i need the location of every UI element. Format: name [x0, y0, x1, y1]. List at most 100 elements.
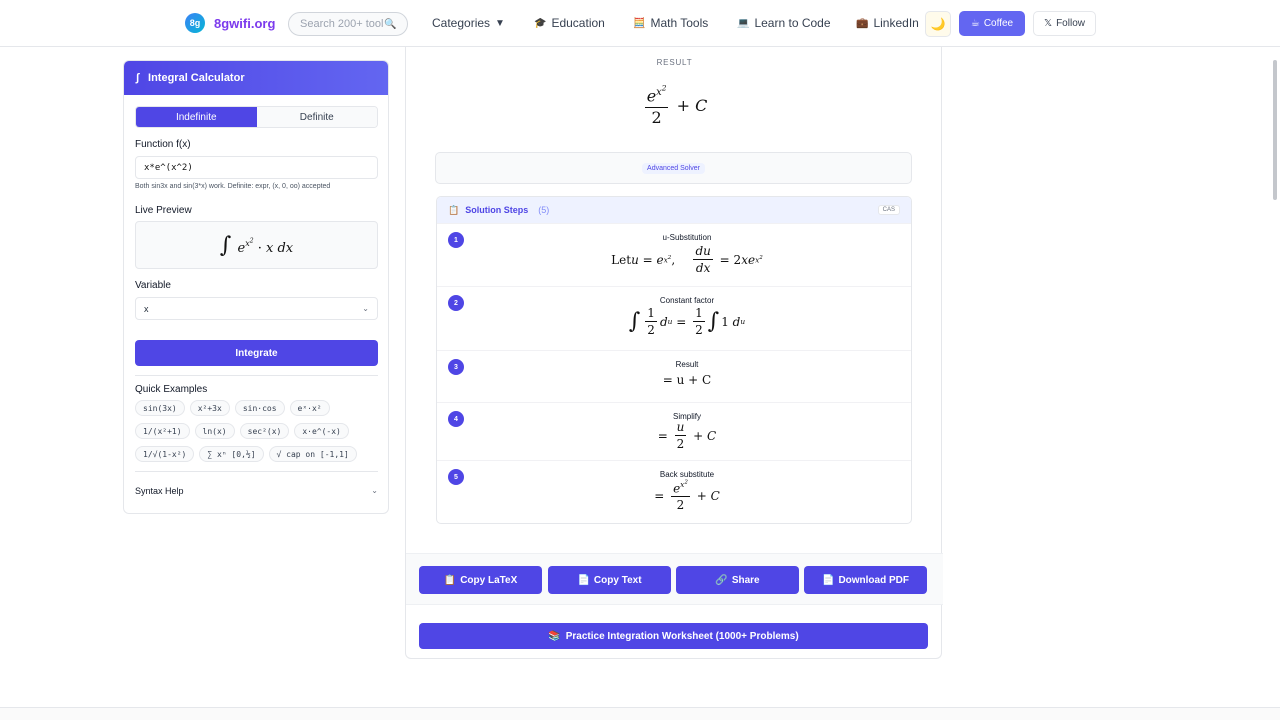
example-chip[interactable]: eˣ·x²: [289, 400, 330, 416]
divider: [135, 471, 378, 472]
download-pdf-label: Download PDF: [838, 574, 909, 586]
caret-down-icon: ▼: [495, 17, 505, 29]
step-title: u-Substitution: [662, 233, 712, 242]
result-label: RESULT: [656, 58, 693, 67]
example-chip[interactable]: sec²(x): [239, 423, 290, 439]
abacus-icon: 🧮: [633, 17, 646, 29]
brand-logo-icon: 8g: [185, 13, 205, 33]
coffee-icon: ☕: [970, 18, 980, 29]
footer-edge: [0, 707, 1280, 720]
nav-math-tools-label: Math Tools: [650, 16, 709, 30]
divider: [135, 375, 378, 376]
graduation-cap-icon: 🎓: [534, 17, 547, 29]
mode-toggle: Indefinite Definite: [135, 106, 378, 128]
moon-icon: 🌙: [930, 17, 946, 31]
calculator-title: Integral Calculator: [148, 72, 245, 84]
integrate-button[interactable]: Integrate: [135, 340, 378, 366]
variable-select[interactable]: x ⌄: [135, 297, 378, 320]
practice-worksheet-label: Practice Integration Worksheet (1000+ Pr…: [565, 630, 799, 642]
nav-math-tools[interactable]: 🧮 Math Tools: [633, 16, 708, 30]
clipboard-icon: 📋: [443, 574, 457, 586]
share-button[interactable]: 🔗 Share: [676, 566, 799, 594]
search-icon[interactable]: 🔍: [384, 19, 396, 30]
calculator-header: ∫ Integral Calculator: [124, 61, 388, 95]
x-logo-icon: 𝕏: [1044, 18, 1053, 29]
steps-title: Solution Steps: [465, 205, 529, 215]
quick-examples-label: Quick Examples: [135, 384, 208, 395]
live-preview: ∫ ex2 · x dx: [135, 221, 378, 269]
copy-latex-button[interactable]: 📋 Copy LaTeX: [419, 566, 542, 594]
step-item: 4 Simplify = u2 + C: [437, 402, 911, 460]
search-input[interactable]: [300, 18, 384, 30]
coffee-button[interactable]: ☕ Coffee: [959, 11, 1025, 36]
nav-categories[interactable]: Categories ▼: [432, 16, 505, 30]
practice-worksheet-button[interactable]: 📚 Practice Integration Worksheet (1000+ …: [419, 623, 928, 649]
follow-button[interactable]: 𝕏 Follow: [1033, 11, 1096, 36]
quick-examples: sin(3x) x²+3x sin·cos eˣ·x² 1/(x²+1) ln(…: [135, 400, 381, 469]
books-icon: 📚: [548, 630, 561, 642]
example-chip[interactable]: sin(3x): [135, 400, 185, 416]
tab-indefinite[interactable]: Indefinite: [136, 107, 257, 127]
integral-calculator-panel: ∫ Integral Calculator Indefinite Definit…: [123, 60, 389, 514]
nav-linkedin-label: LinkedIn: [873, 16, 919, 30]
variable-value: x: [144, 303, 149, 314]
copy-text-label: Copy Text: [593, 574, 642, 586]
example-chip[interactable]: x²+3x: [189, 400, 230, 416]
example-chip[interactable]: x·e^(-x): [294, 423, 349, 439]
step-math: = ex2 2 + C: [654, 480, 720, 513]
step-title: Simplify: [672, 412, 701, 421]
step-item: 5 Back substitute = ex2 2 + C: [437, 460, 911, 523]
top-navbar: 8g 8gwifi.org 🔍 Categories ▼ 🎓 Education…: [0, 0, 1280, 47]
integral-icon: ∫: [136, 72, 140, 84]
function-hint: Both sin3x and sin(3*x) work. Definite: …: [135, 183, 331, 190]
advanced-solver-badge[interactable]: Advanced Solver: [642, 162, 705, 174]
step-item: 3 Result = u + C: [437, 350, 911, 402]
laptop-icon: 💻: [737, 17, 750, 29]
syntax-help-toggle[interactable]: Syntax Help ⌄: [135, 486, 378, 496]
steps-header: 📋 Solution Steps (5) CAS: [437, 197, 911, 223]
dark-mode-toggle[interactable]: 🌙: [925, 11, 951, 37]
copy-latex-label: Copy LaTeX: [460, 574, 518, 586]
coffee-label: Coffee: [983, 18, 1014, 29]
variable-label: Variable: [135, 280, 171, 291]
briefcase-icon: 💼: [856, 17, 869, 29]
link-icon: 🔗: [715, 574, 728, 586]
solution-steps: 📋 Solution Steps (5) CAS 1 u-Substitutio…: [436, 196, 912, 524]
chevron-down-icon: ⌄: [371, 486, 378, 495]
function-input[interactable]: x*e^(x^2): [135, 156, 378, 179]
nav-categories-label: Categories: [432, 16, 491, 30]
result-panel: RESULT ex2 2 + C Advanced Solver 📋 Soluti…: [405, 47, 943, 659]
follow-label: Follow: [1056, 18, 1085, 29]
tab-definite[interactable]: Definite: [256, 107, 377, 127]
share-label: Share: [731, 574, 760, 586]
step-title: Back substitute: [659, 470, 715, 479]
preview-math: ∫ ex2 · x dx: [219, 232, 294, 258]
chevron-down-icon: ⌄: [362, 304, 369, 313]
example-chip[interactable]: 1/(x²+1): [135, 423, 190, 439]
example-chip[interactable]: √ cap on [-1,1]: [268, 446, 357, 462]
scrollbar-thumb[interactable]: [1273, 60, 1277, 200]
step-item: 1 u-Substitution Let u = e x2, du dx = 2 xe x…: [437, 223, 911, 286]
example-chip[interactable]: sin·cos: [234, 400, 285, 416]
download-pdf-button[interactable]: 📄 Download PDF: [804, 566, 927, 594]
example-chip[interactable]: ∑ xⁿ [0,½]: [199, 446, 264, 462]
nav-learn-to-code-label: Learn to Code: [754, 16, 831, 30]
step-title: Result: [675, 360, 699, 369]
live-preview-label: Live Preview: [135, 205, 192, 216]
nav-linkedin[interactable]: 💼 LinkedIn: [856, 16, 919, 30]
advanced-solver-box: Advanced Solver: [435, 152, 912, 184]
brand-link[interactable]: 8g 8gwifi.org: [185, 13, 275, 33]
copy-text-button[interactable]: 📄 Copy Text: [548, 566, 671, 594]
result-expression: ex2 2 + C: [644, 84, 708, 127]
search-box[interactable]: 🔍: [288, 12, 408, 36]
steps-count: (5): [538, 205, 550, 215]
syntax-help-label: Syntax Help: [135, 486, 184, 496]
example-chip[interactable]: 1/√(1-x²): [135, 446, 195, 462]
nav-education[interactable]: 🎓 Education: [534, 16, 605, 30]
clipboard-icon: 📋: [448, 204, 460, 215]
document-icon: 📄: [821, 574, 835, 586]
brand-name: 8gwifi.org: [214, 15, 276, 31]
nav-learn-to-code[interactable]: 💻 Learn to Code: [737, 16, 831, 30]
step-math: = u + C: [662, 373, 712, 387]
example-chip[interactable]: ln(x): [194, 423, 235, 439]
